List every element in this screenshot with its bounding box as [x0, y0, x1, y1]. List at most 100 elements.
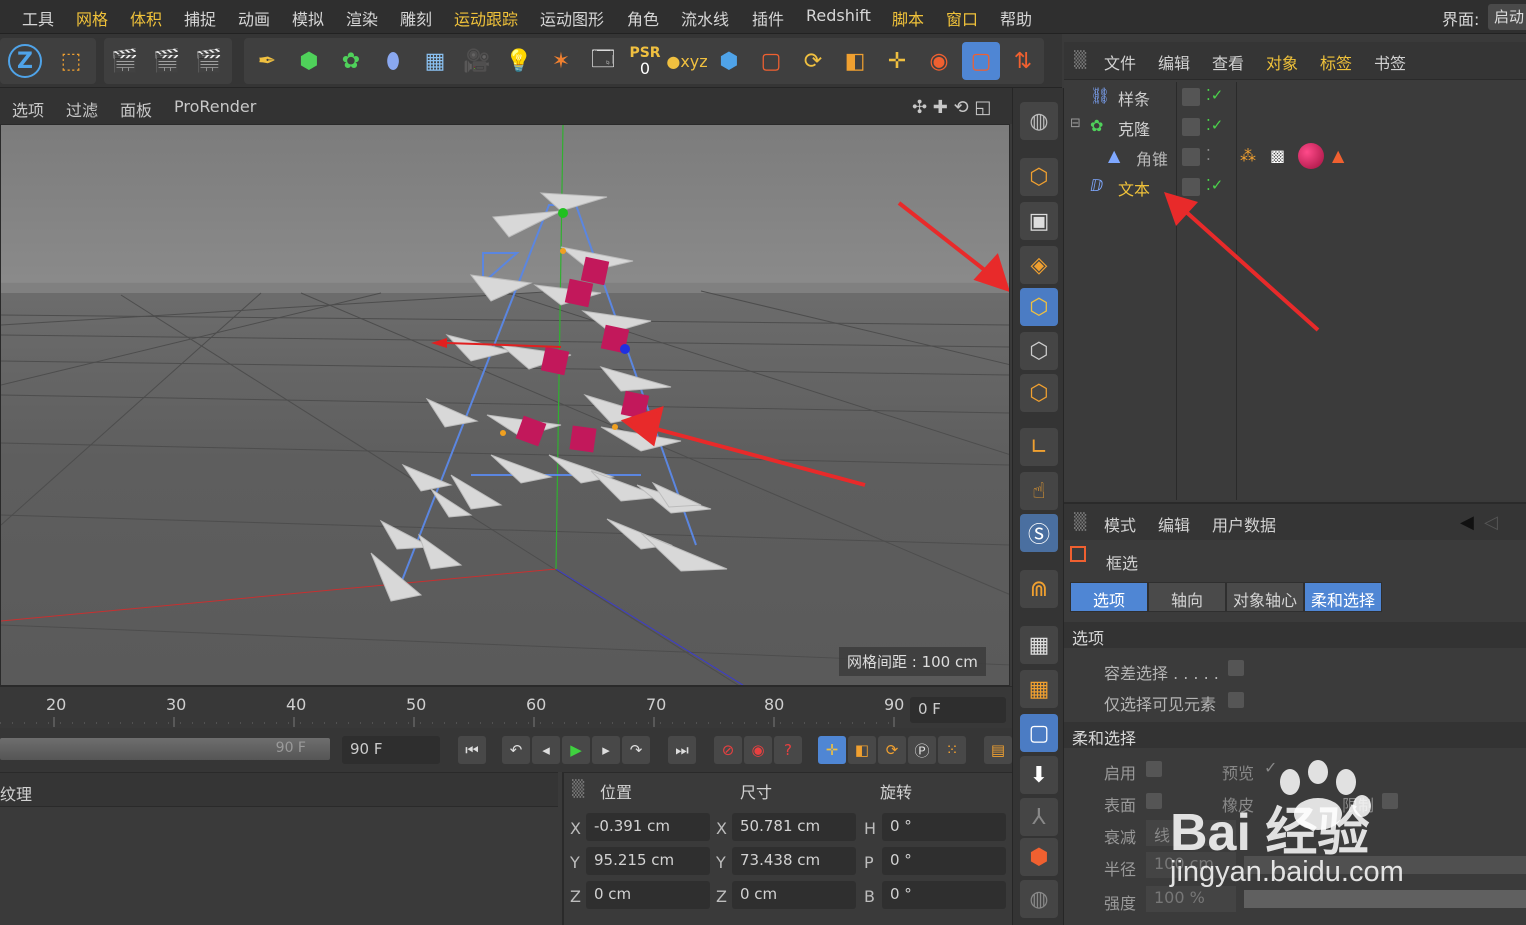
coordinate-icon[interactable]: ⬚ — [52, 42, 90, 80]
frame-range-slider[interactable]: 90 F — [0, 738, 330, 760]
visibility-toggle[interactable] — [1182, 88, 1200, 106]
om-menu-edit[interactable]: 编辑 — [1158, 50, 1190, 74]
paint-icon[interactable]: ⬢ — [1020, 838, 1058, 876]
om-menu-bookmarks[interactable]: 书签 — [1374, 50, 1406, 74]
axis-mode-icon[interactable]: ∟ — [1020, 428, 1058, 466]
enable-checkbox[interactable] — [1146, 761, 1162, 777]
section-options[interactable]: 选项 — [1064, 622, 1526, 648]
end-frame-field[interactable]: 90 F — [342, 736, 440, 764]
menu-mograph[interactable]: 运动图形 — [540, 6, 604, 30]
menu-pipeline[interactable]: 流水线 — [681, 6, 729, 30]
object-row-cloner[interactable]: ⊟ ✿ 克隆 ⁚✓ — [1064, 112, 1526, 142]
visibility-toggle[interactable] — [1182, 148, 1200, 166]
om-menu-objects[interactable]: 对象 — [1266, 50, 1298, 74]
menu-sculpt[interactable]: 雕刻 — [400, 6, 432, 30]
render-view-icon[interactable]: 🎬 — [106, 42, 144, 80]
viewport-menu-filter[interactable]: 过滤 — [66, 97, 98, 121]
import-icon[interactable]: ⬇ — [1020, 756, 1058, 794]
axis-icon[interactable]: ●xyz — [666, 42, 707, 80]
tab-soft-selection[interactable]: 柔和选择 — [1304, 582, 1382, 612]
menu-plugins[interactable]: 插件 — [752, 6, 784, 30]
collapse-icon[interactable]: ⊟ — [1070, 116, 1081, 131]
mograph-cloner-icon[interactable]: ✿ — [332, 42, 370, 80]
record-icon[interactable]: ⊘ — [714, 736, 742, 764]
solo-icon[interactable]: Ⓢ — [1020, 514, 1058, 552]
polygon-mode-icon[interactable]: ⬡ — [1020, 374, 1058, 412]
object-row-spline[interactable]: ⛓ 样条 ⁚✓ — [1064, 82, 1526, 112]
object-name[interactable]: 角锥 — [1136, 146, 1168, 170]
viewport-menu-prorender[interactable]: ProRender — [174, 97, 256, 116]
enabled-dots-icon[interactable]: ⁚ — [1206, 146, 1211, 164]
back-arrow-icon[interactable]: ◀ — [1460, 512, 1474, 533]
move-icon[interactable]: ✛ — [878, 42, 916, 80]
keyframe-help-icon[interactable]: ? — [774, 736, 802, 764]
menu-animate[interactable]: 动画 — [238, 6, 270, 30]
menu-redshift[interactable]: Redshift — [806, 6, 871, 25]
current-frame-field[interactable]: 0 F — [910, 697, 1006, 723]
box-select-icon[interactable]: ▢ — [962, 42, 1000, 80]
goto-start-icon[interactable]: ⏮ — [458, 736, 486, 764]
texture-mode-icon[interactable]: ▣ — [1020, 202, 1058, 240]
3d-viewport[interactable]: 网格间距 : 100 cm — [0, 124, 1010, 686]
object-name[interactable]: 克隆 — [1118, 116, 1150, 140]
texture-tag-icon[interactable]: ▩ — [1270, 146, 1285, 165]
viewport-menu-panel[interactable]: 面板 — [120, 97, 152, 121]
render-picture-icon[interactable]: 🎬 — [148, 42, 186, 80]
camera-icon[interactable]: 🎥 — [458, 42, 496, 80]
forward-arrow-icon[interactable]: ◁ — [1484, 512, 1498, 533]
surface-checkbox[interactable] — [1146, 793, 1162, 809]
size-y-field[interactable]: 73.438 cm — [732, 847, 856, 875]
visibility-toggle[interactable] — [1182, 118, 1200, 136]
workplane-icon[interactable]: ◈ — [1020, 246, 1058, 284]
snap-icon[interactable]: ⋒ — [1020, 570, 1058, 608]
am-menu-userdata[interactable]: 用户数据 — [1212, 512, 1276, 536]
effector-icon[interactable]: ✶ — [542, 42, 580, 80]
rotate-icon[interactable]: ⟳ — [794, 42, 832, 80]
menu-motion-tracking[interactable]: 运动跟踪 — [454, 6, 518, 30]
material-tag-icon[interactable] — [1298, 143, 1324, 169]
next-frame-icon[interactable]: ▸ — [592, 736, 620, 764]
viewport-nav-icons[interactable]: ✣ ✚ ⟲ ◱ — [912, 97, 991, 118]
cube-green-icon[interactable]: ⬢ — [290, 42, 328, 80]
key-rotation-icon[interactable]: ⟳ — [878, 736, 906, 764]
menu-character[interactable]: 角色 — [627, 6, 659, 30]
menu-window[interactable]: 窗口 — [946, 6, 978, 30]
psr-icon[interactable]: PSR 0 — [626, 42, 664, 80]
visible-only-checkbox[interactable] — [1228, 692, 1244, 708]
size-x-field[interactable]: 50.781 cm — [732, 813, 856, 841]
next-key-icon[interactable]: ↷ — [622, 736, 650, 764]
object-row-pyramid[interactable]: ▲ 角锥 ⁚ ⁂ ▩ ▲ — [1064, 142, 1526, 172]
size-z-field[interactable]: 0 cm — [732, 881, 856, 909]
floor-icon[interactable]: ▦ — [416, 42, 454, 80]
om-menu-file[interactable]: 文件 — [1104, 50, 1136, 74]
menu-snap[interactable]: 捕捉 — [184, 6, 216, 30]
am-menu-mode[interactable]: 模式 — [1104, 512, 1136, 536]
menu-volume[interactable]: 体积 — [130, 6, 162, 30]
play-icon[interactable]: ▶ — [562, 736, 590, 764]
viewport-solo-icon[interactable]: ▢ — [1020, 714, 1058, 752]
menu-render[interactable]: 渲染 — [346, 6, 378, 30]
object-name[interactable]: 文本 — [1118, 176, 1150, 200]
tweak-mode-icon[interactable]: ☝ — [1020, 472, 1058, 510]
pen-icon[interactable]: ✒ — [248, 42, 286, 80]
om-menu-view[interactable]: 查看 — [1212, 50, 1244, 74]
prev-frame-icon[interactable]: ◂ — [532, 736, 560, 764]
enabled-check-icon[interactable]: ⁚✓ — [1206, 86, 1223, 104]
material-menu-texture[interactable]: 纹理 — [0, 781, 32, 805]
position-z-field[interactable]: 0 cm — [586, 881, 710, 909]
phong-tag-icon[interactable]: ⁂ — [1240, 146, 1256, 165]
section-soft-selection[interactable]: 柔和选择 — [1064, 722, 1526, 748]
prev-key-icon[interactable]: ↶ — [502, 736, 530, 764]
tab-axis[interactable]: 轴向 — [1148, 582, 1226, 612]
tolerance-select-checkbox[interactable] — [1228, 660, 1244, 676]
menu-help[interactable]: 帮助 — [1000, 6, 1032, 30]
menu-tools[interactable]: 工具 — [22, 6, 54, 30]
om-menu-tags[interactable]: 标签 — [1320, 50, 1352, 74]
z-lock-icon[interactable]: Z — [8, 44, 42, 78]
position-y-field[interactable]: 95.215 cm — [586, 847, 710, 875]
grid-snap-icon[interactable]: ▦ — [1020, 670, 1058, 708]
light-icon[interactable]: 💡 — [500, 42, 538, 80]
live-select-icon[interactable]: ◉ — [920, 42, 958, 80]
autokey-icon[interactable]: ◉ — [744, 736, 772, 764]
layout-dropdown[interactable]: 启动 — [1488, 4, 1526, 30]
